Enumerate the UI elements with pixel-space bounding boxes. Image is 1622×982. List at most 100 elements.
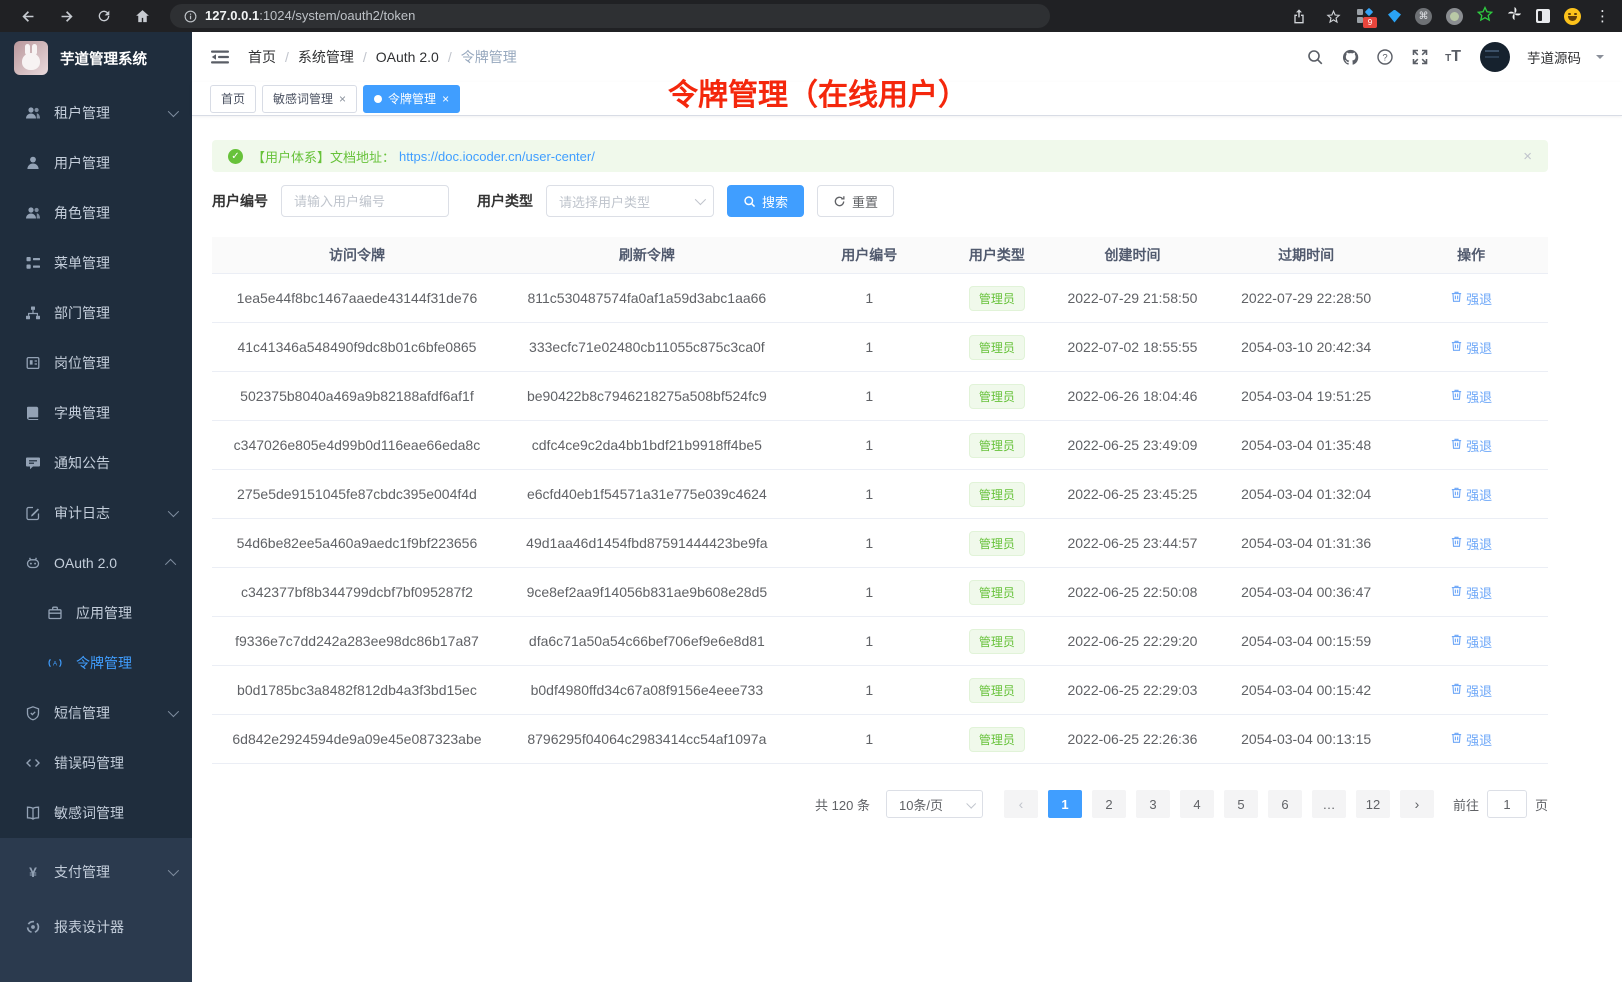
force-logout-button[interactable]: 强退	[1450, 583, 1492, 602]
user-type-badge: 管理员	[969, 433, 1025, 458]
alert-close-icon[interactable]: ×	[1523, 148, 1532, 165]
extension-pinwheel-icon[interactable]	[1507, 6, 1522, 26]
page-button-5[interactable]: 5	[1224, 790, 1258, 818]
extension-record-icon[interactable]	[1446, 8, 1463, 25]
doc-link[interactable]: https://doc.iocoder.cn/user-center/	[399, 149, 595, 164]
cell-expires-at: 2054-03-04 00:15:42	[1218, 682, 1394, 698]
breadcrumb-item[interactable]: OAuth 2.0	[376, 49, 439, 65]
cell-refresh-token: 811c530487574fa0af1a59d3abc1aa66	[502, 290, 792, 306]
address-bar[interactable]: 127.0.0.1:1024/system/oauth2/token	[170, 4, 1050, 28]
browser-menu-icon[interactable]: ⋮	[1595, 9, 1610, 24]
sidebar-item-租户管理[interactable]: 租户管理	[0, 88, 192, 138]
sidebar-item-通知公告[interactable]: 通知公告	[0, 438, 192, 488]
tab-令牌管理[interactable]: 令牌管理 ×	[363, 85, 460, 113]
content: ✓ 【用户体系】文档地址： https://doc.iocoder.cn/use…	[192, 116, 1622, 818]
tab-敏感词管理[interactable]: 敏感词管理×	[262, 85, 357, 113]
breadcrumb-item[interactable]: 首页	[248, 47, 276, 67]
force-logout-button[interactable]: 强退	[1450, 436, 1492, 455]
extension-grid-icon[interactable]: 9	[1357, 8, 1374, 25]
token-table: 访问令牌刷新令牌用户编号用户类型创建时间过期时间操作 1ea5e44f8bc14…	[212, 237, 1548, 764]
tab-close-icon[interactable]: ×	[339, 93, 346, 105]
sidebar-item-错误码管理[interactable]: 错误码管理	[0, 738, 192, 788]
next-page-button[interactable]: ›	[1400, 790, 1434, 818]
sidebar-item-短信管理[interactable]: 短信管理	[0, 688, 192, 738]
column-header: 用户类型	[947, 245, 1047, 265]
force-logout-button[interactable]: 强退	[1450, 534, 1492, 553]
force-logout-button[interactable]: 强退	[1450, 730, 1492, 749]
force-logout-button[interactable]: 强退	[1450, 338, 1492, 357]
extension-command-icon[interactable]: ⌘	[1415, 8, 1432, 25]
share-icon[interactable]	[1289, 6, 1309, 26]
force-logout-button[interactable]: 强退	[1450, 387, 1492, 406]
errcode-icon	[24, 755, 41, 772]
fullscreen-icon[interactable]	[1410, 47, 1430, 67]
sidebar-item-审计日志[interactable]: 审计日志	[0, 488, 192, 538]
browser-forward-icon[interactable]	[56, 6, 76, 26]
github-icon[interactable]	[1340, 47, 1360, 67]
browser-home-icon[interactable]	[132, 6, 152, 26]
cell-access-token: c342377bf8b344799dcbf7bf095287f2	[212, 584, 502, 600]
force-logout-label: 强退	[1466, 681, 1492, 700]
cell-user-id: 1	[792, 339, 947, 355]
side-panel-icon[interactable]	[1536, 9, 1550, 23]
page-button-1[interactable]: 1	[1048, 790, 1082, 818]
site-info-icon[interactable]	[184, 10, 197, 23]
chevron-down-icon[interactable]	[1596, 55, 1604, 63]
browser-reload-icon[interactable]	[94, 6, 114, 26]
breadcrumb-item[interactable]: 系统管理	[298, 47, 354, 67]
force-logout-button[interactable]: 强退	[1450, 485, 1492, 504]
user-name[interactable]: 芋道源码	[1527, 47, 1581, 67]
sidebar-item-令牌管理[interactable]: A令牌管理	[0, 638, 192, 688]
sidebar-item-label: 角色管理	[54, 203, 110, 223]
bookmark-star-icon[interactable]	[1323, 6, 1343, 26]
profile-avatar-icon[interactable]	[1564, 8, 1581, 25]
cell-refresh-token: 9ce8ef2aa9f14056b831ae9b608e28d5	[502, 584, 792, 600]
page-button-12[interactable]: 12	[1356, 790, 1390, 818]
reset-button[interactable]: 重置	[817, 185, 894, 217]
search-icon[interactable]	[1305, 47, 1325, 67]
sidebar-item-用户管理[interactable]: 用户管理	[0, 138, 192, 188]
extension-star-icon[interactable]	[1477, 6, 1493, 27]
tab-label: 令牌管理	[388, 90, 436, 107]
user-id-input[interactable]	[281, 185, 449, 217]
goto-page-input[interactable]	[1487, 790, 1527, 818]
force-logout-button[interactable]: 强退	[1450, 681, 1492, 700]
tab-首页[interactable]: 首页	[210, 85, 256, 113]
help-icon[interactable]: ?	[1375, 47, 1395, 67]
sidebar-item-敏感词管理[interactable]: 敏感词管理	[0, 788, 192, 838]
app-logo[interactable]: 芋道管理系统	[0, 32, 192, 84]
sidebar-item-label: 支付管理	[54, 862, 110, 882]
browser-back-icon[interactable]	[18, 6, 38, 26]
url-host: 127.0.0.1	[205, 8, 259, 23]
force-logout-label: 强退	[1466, 387, 1492, 406]
page-button-2[interactable]: 2	[1092, 790, 1126, 818]
collapse-menu-icon[interactable]	[210, 47, 230, 67]
table-row: 41c41346a548490f9dc8b01c6bfe0865333ecfc7…	[212, 323, 1548, 372]
sidebar-item-岗位管理[interactable]: 岗位管理	[0, 338, 192, 388]
page-button-6[interactable]: 6	[1268, 790, 1302, 818]
font-size-icon[interactable]: TT	[1445, 48, 1461, 66]
force-logout-button[interactable]: 强退	[1450, 289, 1492, 308]
page-button-4[interactable]: 4	[1180, 790, 1214, 818]
page-size-select[interactable]: 10条/页	[886, 790, 983, 818]
cell-user-id: 1	[792, 290, 947, 306]
sidebar-item-菜单管理[interactable]: 菜单管理	[0, 238, 192, 288]
user-type-select[interactable]: 请选择用户类型	[546, 185, 714, 217]
cell-created-at: 2022-06-25 22:29:03	[1047, 682, 1218, 698]
sidebar-item-应用管理[interactable]: 应用管理	[0, 588, 192, 638]
sidebar-item-部门管理[interactable]: 部门管理	[0, 288, 192, 338]
user-avatar[interactable]	[1480, 42, 1510, 72]
sidebar-item-角色管理[interactable]: 角色管理	[0, 188, 192, 238]
page-button-3[interactable]: 3	[1136, 790, 1170, 818]
sidebar-item-报表设计器[interactable]: 报表设计器	[0, 899, 192, 954]
sidebar-item-支付管理[interactable]: ¥支付管理	[0, 844, 192, 899]
extension-gem-icon[interactable]	[1388, 10, 1401, 23]
prev-page-button[interactable]: ‹	[1004, 790, 1038, 818]
cell-user-type: 管理员	[947, 727, 1047, 752]
sidebar-item-OAuth 2.0[interactable]: OAuth 2.0	[0, 538, 192, 588]
search-button[interactable]: 搜索	[727, 185, 804, 217]
force-logout-button[interactable]: 强退	[1450, 632, 1492, 651]
sidebar-item-字典管理[interactable]: 字典管理	[0, 388, 192, 438]
force-logout-label: 强退	[1466, 583, 1492, 602]
tab-close-icon[interactable]: ×	[442, 93, 449, 105]
